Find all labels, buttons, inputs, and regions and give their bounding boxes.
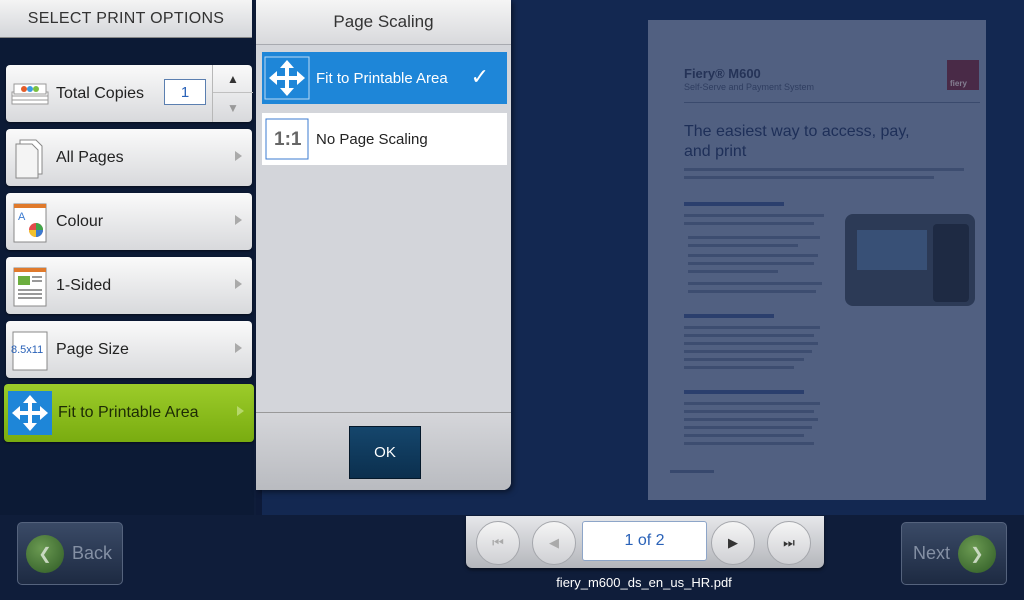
back-button[interactable]: ❮ Back (17, 522, 123, 585)
page-range-icon (10, 136, 50, 180)
copies-input[interactable]: 1 (164, 79, 206, 105)
chevron-right-icon (235, 151, 242, 161)
page-indicator[interactable]: 1 of 2 (582, 521, 707, 561)
chevron-right-icon: ❯ (970, 545, 984, 563)
option-label: All Pages (56, 148, 124, 166)
total-copies-label: Total Copies (56, 84, 145, 102)
next-arrow-icon: ❯ (958, 534, 996, 573)
scaling-option-label: No Page Scaling (316, 130, 428, 148)
option-colour[interactable]: A Colour (6, 193, 252, 250)
skip-last-icon: ⏭ (783, 535, 795, 550)
dialog-title: Page Scaling (256, 0, 511, 45)
chevron-right-icon (237, 406, 244, 416)
option-label: Colour (56, 212, 104, 230)
previous-page-button[interactable]: ◀ (532, 521, 576, 565)
one-to-one-icon-text: 1:1 (274, 129, 302, 150)
page-scaling-dialog: Page Scaling Fit to Printable Area ✓ 1:1… (256, 0, 511, 490)
option-label: Page Size (56, 340, 129, 358)
svg-text:A: A (18, 211, 26, 223)
play-icon: ▶ (728, 535, 738, 550)
option-page-range[interactable]: All Pages (6, 129, 252, 186)
one-to-one-icon: 1:1 (264, 117, 310, 161)
caret-up-icon: ▲ (227, 71, 239, 86)
chevron-right-icon (235, 279, 242, 289)
chevron-right-icon (235, 343, 242, 353)
copies-increment-button[interactable]: ▲ (213, 65, 253, 93)
document-filename: fiery_m600_ds_en_us_HR.pdf (556, 575, 732, 590)
option-label: Fit to Printable Area (58, 404, 199, 421)
copies-stepper: ▲ ▼ (212, 65, 253, 122)
back-label: Back (72, 543, 113, 563)
total-copies-row: Total Copies 1 ▲ ▼ (6, 65, 253, 122)
option-scaling[interactable]: Fit to Printable Area (4, 384, 254, 442)
next-button[interactable]: Next ❯ (901, 522, 1007, 585)
chevron-left-icon: ❮ (38, 545, 52, 563)
ok-button[interactable]: OK (349, 426, 421, 479)
copies-icon (10, 72, 50, 116)
back-arrow-icon: ❮ (26, 534, 64, 573)
duplex-icon (10, 264, 50, 308)
next-label: Next (912, 543, 950, 563)
skip-first-icon: ⏮ (492, 535, 504, 550)
scaling-option-none[interactable]: 1:1 No Page Scaling (262, 113, 507, 165)
fit-arrows-icon (264, 56, 310, 100)
sidebar-header: SELECT PRINT OPTIONS (0, 0, 252, 38)
check-icon: ✓ (470, 64, 489, 89)
page-navigator: ⏮ ◀ 1 of 2 ▶ ⏭ (466, 516, 824, 568)
scaling-icon (8, 391, 52, 435)
caret-down-icon: ▼ (227, 101, 239, 115)
first-page-button[interactable]: ⏮ (476, 521, 520, 565)
next-page-button[interactable]: ▶ (711, 521, 755, 565)
colour-icon: A (10, 200, 50, 244)
option-sides[interactable]: 1-Sided (6, 257, 252, 314)
scaling-options-list: Fit to Printable Area ✓ 1:1 No Page Scal… (256, 45, 511, 412)
option-label: 1-Sided (56, 276, 112, 294)
page-size-icon: 8.5x11 (10, 328, 50, 372)
scaling-option-label: Fit to Printable Area (316, 69, 448, 87)
dialog-footer: OK (256, 412, 511, 490)
option-page-size[interactable]: 8.5x11 Page Size (6, 321, 252, 378)
scaling-option-fit[interactable]: Fit to Printable Area ✓ (262, 52, 507, 104)
copies-decrement-button[interactable]: ▼ (213, 94, 253, 122)
play-reverse-icon: ◀ (549, 535, 559, 550)
page-size-icon-text: 8.5x11 (11, 343, 44, 356)
chevron-right-icon (235, 215, 242, 225)
print-options-sidebar: SELECT PRINT OPTIONS Total Copies 1 ▲ ▼ (0, 0, 254, 515)
last-page-button[interactable]: ⏭ (767, 521, 811, 565)
